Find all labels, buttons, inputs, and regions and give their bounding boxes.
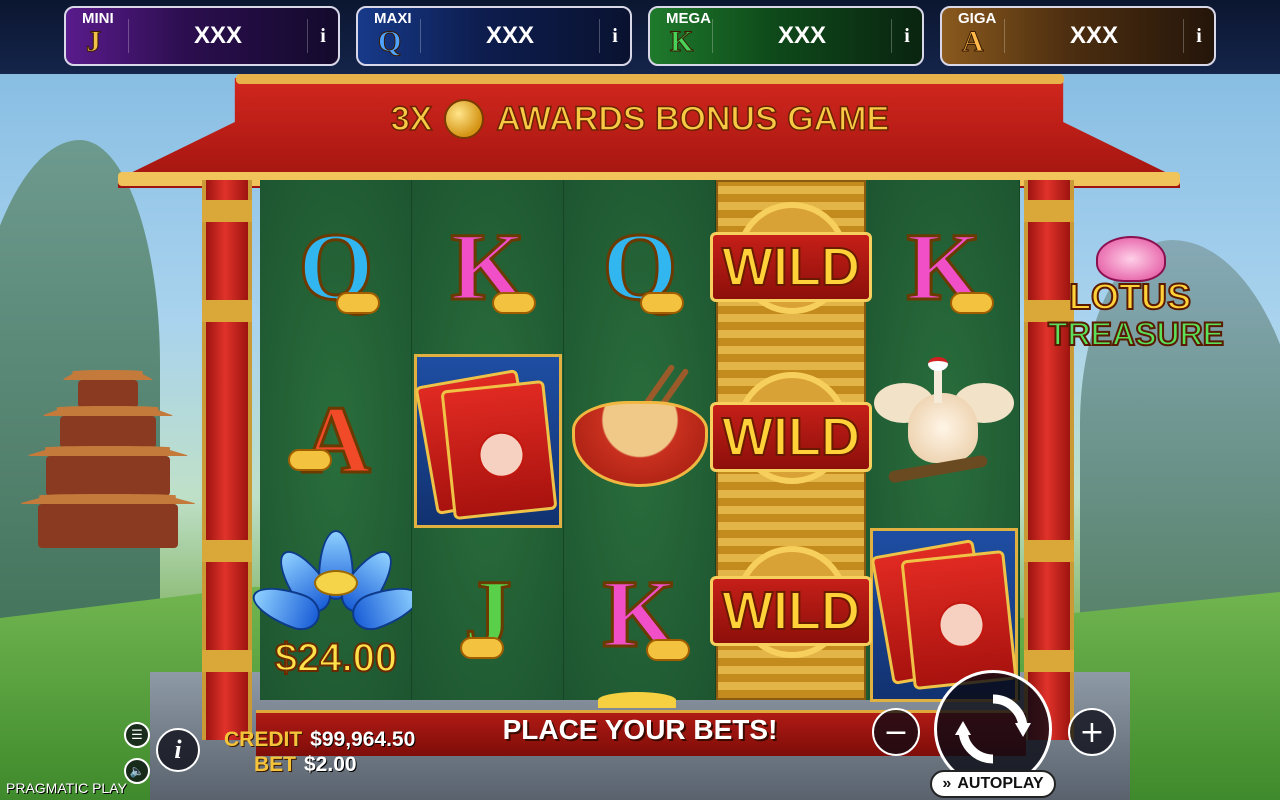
reel-2: K J xyxy=(412,180,564,700)
wild-symbol-label: WILD xyxy=(710,576,872,646)
credit-value: $99,964.50 xyxy=(310,728,416,751)
symbol-k-icon: K xyxy=(868,180,1020,353)
reel-grid: Q A $24.00 K J Q K K xyxy=(246,180,1020,702)
reel-3: Q K xyxy=(564,180,716,700)
reel-5: K xyxy=(868,180,1020,702)
bet-value: $2.00 xyxy=(304,753,357,776)
jackpot-info-button[interactable]: i xyxy=(600,25,630,48)
symbol-q-icon: Q xyxy=(564,180,716,353)
bet-display: BET $2.00 xyxy=(254,753,357,777)
background-pagoda xyxy=(20,360,195,550)
jackpot-info-button[interactable]: i xyxy=(308,25,338,48)
red-envelope-symbol-icon xyxy=(414,354,562,528)
symbol-a-icon: A xyxy=(260,353,412,526)
credit-display: CREDIT $99,964.50 xyxy=(224,728,415,752)
symbol-k-icon: K xyxy=(412,180,564,353)
speaker-icon: 🔈 xyxy=(129,764,145,778)
jackpot-letter-icon: J xyxy=(86,25,102,59)
jackpot-value: XXX xyxy=(420,19,600,53)
wild-symbol-label: WILD xyxy=(710,232,872,302)
logo-line-2: TREASURE xyxy=(1047,315,1225,353)
info-button[interactable]: i xyxy=(156,728,200,772)
banner-multiplier: 3X xyxy=(390,99,433,139)
expanding-wild-reel-4: WILD WILD WILD xyxy=(710,180,872,700)
bonus-banner: 3X AWARDS BONUS GAME xyxy=(388,96,892,142)
logo-line-1: LOTUS xyxy=(1068,275,1192,318)
status-message: PLACE YOUR BETS! xyxy=(502,714,778,745)
symbol-letter: A xyxy=(300,385,372,493)
credit-label: CREDIT xyxy=(224,728,303,751)
jackpot-maxi: MAXI Q XXX i xyxy=(356,6,632,66)
jackpot-giga: GIGA A XXX i xyxy=(940,6,1216,66)
menu-icon: ☰ xyxy=(131,727,143,743)
banner-text: AWARDS BONUS GAME xyxy=(496,99,890,139)
lotus-bonus-symbol-icon: $24.00 xyxy=(246,526,426,700)
jackpot-info-button[interactable]: i xyxy=(1184,25,1214,48)
reel-1: Q A $24.00 xyxy=(246,180,426,700)
noodle-bowl-symbol-icon xyxy=(564,353,716,526)
game-logo: LOTUS TREASURE xyxy=(1047,236,1225,366)
jackpot-value: XXX xyxy=(1004,19,1184,53)
menu-button[interactable]: ☰ xyxy=(124,722,150,748)
plus-icon: + xyxy=(1079,714,1105,750)
jackpot-info-button[interactable]: i xyxy=(892,25,922,48)
decrease-bet-button[interactable]: − xyxy=(872,708,920,756)
spin-arrows-icon xyxy=(955,694,1031,764)
bet-label: BET xyxy=(254,753,296,776)
jackpot-value: XXX xyxy=(128,19,308,53)
jackpot-bar: MINI J XXX i MAXI Q XXX i MEGA K XXX i G… xyxy=(0,0,1280,74)
temple-pillar-left xyxy=(202,180,252,740)
jackpot-mini: MINI J XXX i xyxy=(64,6,340,66)
sound-button[interactable]: 🔈 xyxy=(124,758,150,784)
jackpot-letter-icon: Q xyxy=(377,25,402,59)
jackpot-mega: MEGA K XXX i xyxy=(648,6,924,66)
autoplay-button[interactable]: » AUTOPLAY xyxy=(930,770,1056,798)
provider-brand: PRAGMATIC PLAY xyxy=(6,780,127,796)
coin-decoration xyxy=(598,692,676,708)
autoplay-label: AUTOPLAY xyxy=(957,775,1044,792)
autoplay-icon: » xyxy=(942,775,952,792)
wild-symbol-label: WILD xyxy=(710,402,872,472)
jackpot-value: XXX xyxy=(712,19,892,53)
jackpot-letter-icon: A xyxy=(962,25,985,59)
jackpot-letter-icon: K xyxy=(669,25,694,59)
temple-roof-beam xyxy=(236,74,1064,84)
yin-yang-icon xyxy=(444,99,485,139)
symbol-q-icon: Q xyxy=(260,180,412,353)
crane-symbol-icon xyxy=(868,353,1020,526)
minus-icon: − xyxy=(883,714,909,750)
increase-bet-button[interactable]: + xyxy=(1068,708,1116,756)
info-icon: i xyxy=(174,735,182,764)
symbol-j-icon: J xyxy=(412,527,564,700)
lotus-prize-value: $24.00 xyxy=(274,635,398,681)
symbol-k-icon: K xyxy=(564,527,716,700)
